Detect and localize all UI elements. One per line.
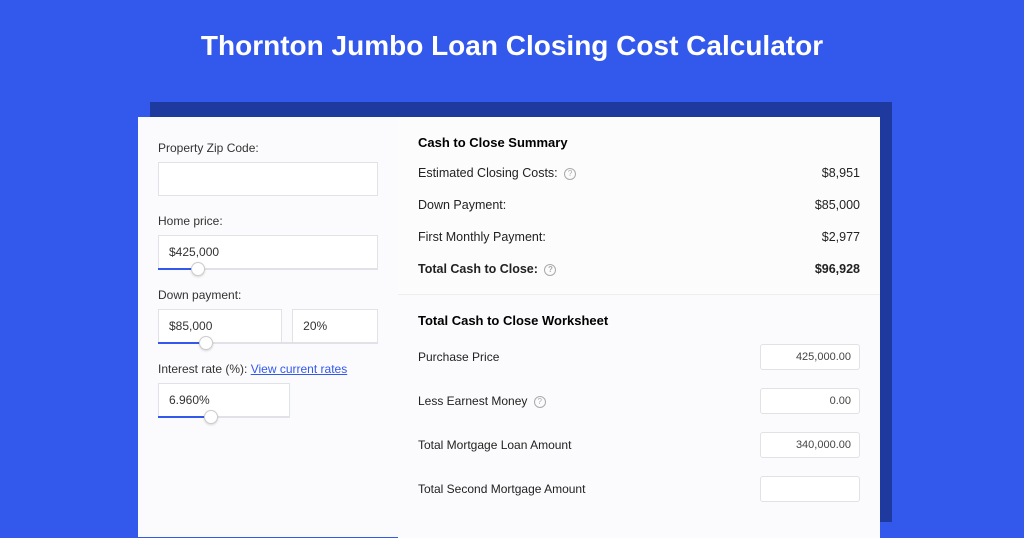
ws-purchase-price: Purchase Price (418, 344, 860, 370)
results-panel: Cash to Close Summary Estimated Closing … (398, 117, 880, 537)
interest-rate-label: Interest rate (%): View current rates (158, 362, 378, 376)
ws-total-mortgage: Total Mortgage Loan Amount (418, 432, 860, 458)
summary-value: $2,977 (822, 230, 860, 244)
ws-second-mortgage-input[interactable] (760, 476, 860, 502)
summary-title: Cash to Close Summary (418, 135, 860, 150)
home-price-input[interactable] (158, 235, 378, 269)
slider-thumb[interactable] (199, 336, 213, 350)
summary-value: $96,928 (815, 262, 860, 276)
slider-thumb[interactable] (204, 410, 218, 424)
home-price-slider[interactable] (158, 268, 378, 270)
slider-fill (158, 416, 211, 418)
interest-rate-input[interactable] (158, 383, 290, 417)
summary-label: First Monthly Payment: (418, 230, 546, 244)
summary-value: $8,951 (822, 166, 860, 180)
down-payment-group: Down payment: (158, 288, 378, 344)
interest-rate-group: Interest rate (%): View current rates (158, 362, 378, 418)
interest-rate-label-text: Interest rate (%): (158, 362, 247, 376)
worksheet-title: Total Cash to Close Worksheet (418, 313, 860, 328)
ws-purchase-price-input[interactable] (760, 344, 860, 370)
down-payment-pct-input[interactable] (292, 309, 378, 343)
help-icon[interactable]: ? (564, 168, 576, 180)
ws-less-earnest: Less Earnest Money ? (418, 388, 860, 414)
ws-less-earnest-input[interactable] (760, 388, 860, 414)
home-price-label: Home price: (158, 214, 378, 228)
view-rates-link[interactable]: View current rates (251, 362, 348, 376)
ws-label: Less Earnest Money (418, 394, 527, 408)
ws-label: Total Second Mortgage Amount (418, 482, 585, 496)
summary-label: Total Cash to Close: (418, 262, 538, 276)
ws-second-mortgage: Total Second Mortgage Amount (418, 476, 860, 502)
zip-label: Property Zip Code: (158, 141, 378, 155)
ws-total-mortgage-input[interactable] (760, 432, 860, 458)
inputs-panel: Property Zip Code: Home price: Down paym… (138, 117, 398, 537)
summary-down-payment: Down Payment: $85,000 (418, 198, 860, 212)
down-payment-slider[interactable] (158, 342, 378, 344)
calculator-card: Property Zip Code: Home price: Down paym… (138, 117, 880, 537)
zip-input[interactable] (158, 162, 378, 196)
summary-closing-costs: Estimated Closing Costs: ? $8,951 (418, 166, 860, 180)
interest-rate-slider[interactable] (158, 416, 290, 418)
help-icon[interactable]: ? (544, 264, 556, 276)
ws-label: Total Mortgage Loan Amount (418, 438, 571, 452)
summary-label: Down Payment: (418, 198, 506, 212)
summary-total: Total Cash to Close: ? $96,928 (418, 262, 860, 276)
worksheet-section: Total Cash to Close Worksheet Purchase P… (398, 294, 880, 538)
page-title: Thornton Jumbo Loan Closing Cost Calcula… (0, 0, 1024, 82)
down-payment-label: Down payment: (158, 288, 378, 302)
summary-label: Estimated Closing Costs: (418, 166, 558, 180)
zip-group: Property Zip Code: (158, 141, 378, 196)
ws-label: Purchase Price (418, 350, 499, 364)
help-icon[interactable]: ? (534, 396, 546, 408)
down-payment-input[interactable] (158, 309, 282, 343)
summary-first-monthly: First Monthly Payment: $2,977 (418, 230, 860, 244)
slider-thumb[interactable] (191, 262, 205, 276)
home-price-group: Home price: (158, 214, 378, 270)
summary-value: $85,000 (815, 198, 860, 212)
